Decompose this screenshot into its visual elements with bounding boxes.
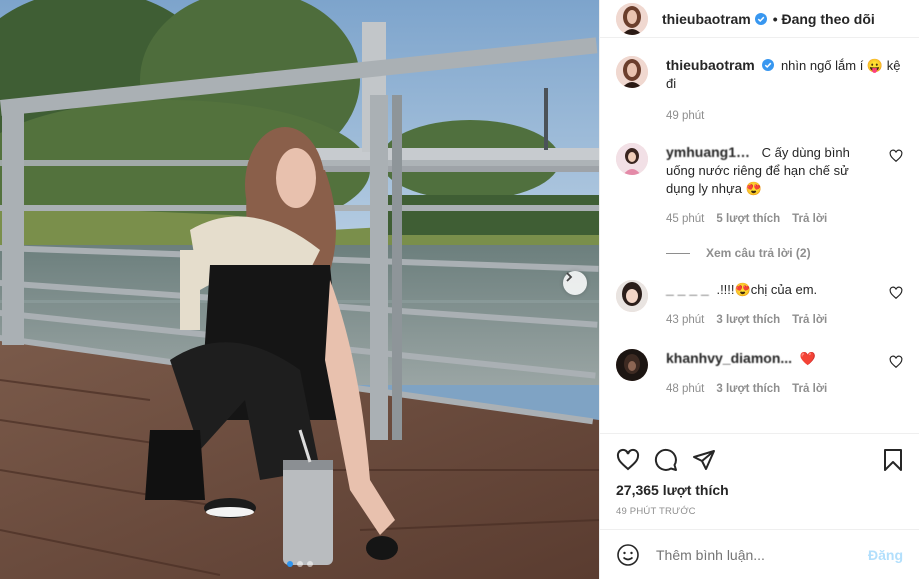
avatar-image xyxy=(616,280,648,312)
comment-time[interactable]: 48 phút xyxy=(666,380,704,398)
like-heart-icon[interactable] xyxy=(616,448,640,472)
verified-badge-icon xyxy=(754,12,767,25)
avatar[interactable] xyxy=(616,349,648,381)
add-comment-bar: Đăng xyxy=(600,529,919,579)
like-comment-heart-icon[interactable] xyxy=(889,286,903,300)
chevron-right-icon xyxy=(566,272,573,282)
post-side-panel: thieubaotram • Đang theo dõi thieubaotra… xyxy=(599,0,919,579)
comment-likes[interactable]: 3 lượt thích xyxy=(716,380,780,398)
comment-item: khanhvy_diamon... ❤️ 48 phút 3 lượt thíc… xyxy=(616,349,903,398)
post-comment-button[interactable]: Đăng xyxy=(868,547,903,563)
comment-likes[interactable]: 3 lượt thích xyxy=(716,311,780,329)
action-row xyxy=(616,442,905,478)
comment-text: .!!!!😍chị của em. xyxy=(716,282,818,297)
carousel-dot xyxy=(286,561,293,567)
comment-username[interactable]: ymhuang1… xyxy=(666,144,750,160)
post-viewer: thieubaotram • Đang theo dõi thieubaotra… xyxy=(0,0,919,579)
post-actions: 27,365 lượt thích 49 PHÚT TRƯỚC xyxy=(600,433,919,529)
avatar-image xyxy=(616,2,648,35)
carousel-dot xyxy=(296,561,303,567)
bookmark-icon[interactable] xyxy=(881,448,905,472)
verified-badge-icon xyxy=(762,59,775,71)
comment-username[interactable]: thieubaotram xyxy=(666,57,755,73)
emoji-smiley-icon[interactable] xyxy=(616,543,640,567)
comment-time[interactable]: 49 phút xyxy=(666,107,704,125)
avatar[interactable] xyxy=(616,56,648,88)
post-photo[interactable] xyxy=(0,0,599,579)
view-replies-button[interactable]: Xem câu trả lời (2) xyxy=(666,246,903,260)
view-replies-label: Xem câu trả lời (2) xyxy=(706,246,811,260)
reply-button[interactable]: Trả lời xyxy=(792,311,827,329)
avatar[interactable] xyxy=(616,280,648,312)
comment-likes[interactable]: 5 lượt thích xyxy=(716,210,780,228)
comments-list[interactable]: thieubaotram nhìn ngố lắm í 😛 kệ đi 49 p… xyxy=(600,38,919,433)
reply-button[interactable]: Trả lời xyxy=(792,380,827,398)
comment-item: ymhuang1… C ấy dùng bình uống nước riêng… xyxy=(616,143,903,228)
comment-item: _ _ _ _ .!!!!😍chị của em. 43 phút 3 lượt… xyxy=(616,280,903,329)
like-comment-heart-icon[interactable] xyxy=(889,149,903,163)
avatar[interactable] xyxy=(616,2,648,35)
post-header: thieubaotram • Đang theo dõi xyxy=(600,0,919,38)
avatar-image xyxy=(616,143,648,175)
comment-username[interactable]: khanhvy_diamon... xyxy=(666,350,792,366)
avatar-image xyxy=(616,56,648,88)
avatar-image xyxy=(616,349,648,381)
comment-username[interactable]: _ _ _ _ xyxy=(666,281,709,297)
follow-status[interactable]: • Đang theo dõi xyxy=(773,11,875,27)
replies-divider xyxy=(666,252,690,254)
carousel-indicator xyxy=(0,561,599,567)
comment-time[interactable]: 45 phút xyxy=(666,210,704,228)
photo-illustration xyxy=(0,0,599,579)
carousel-dot xyxy=(306,561,313,567)
comment-time[interactable]: 43 phút xyxy=(666,311,704,329)
comment-text: ❤️ xyxy=(799,351,816,366)
carousel-next-button[interactable] xyxy=(563,271,587,295)
comment-bubble-icon[interactable] xyxy=(654,448,678,472)
reply-button[interactable]: Trả lời xyxy=(792,210,827,228)
avatar[interactable] xyxy=(616,143,648,175)
post-timestamp[interactable]: 49 PHÚT TRƯỚC xyxy=(616,506,905,529)
caption: thieubaotram nhìn ngố lắm í 😛 kệ đi 49 p… xyxy=(616,56,903,125)
likes-count[interactable]: 27,365 lượt thích xyxy=(616,482,905,498)
header-username[interactable]: thieubaotram xyxy=(662,11,751,27)
comment-input[interactable] xyxy=(656,546,868,563)
like-comment-heart-icon[interactable] xyxy=(889,355,903,369)
share-send-icon[interactable] xyxy=(692,448,716,472)
